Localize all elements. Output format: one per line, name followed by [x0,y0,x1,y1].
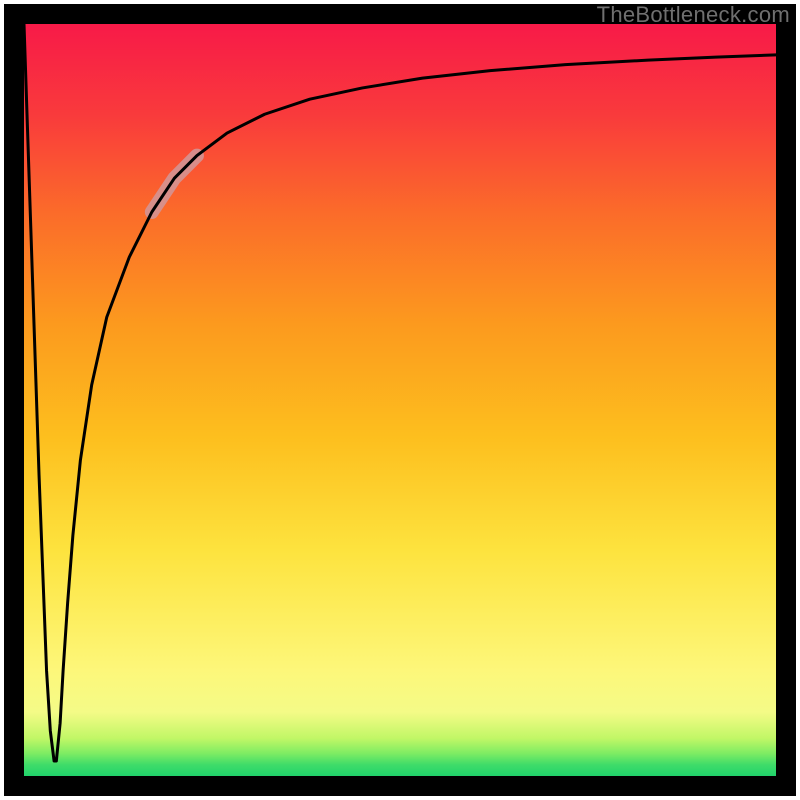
watermark-text: TheBottleneck.com [597,2,790,28]
bottleneck-chart [0,0,800,800]
chart-stage: TheBottleneck.com [0,0,800,800]
plot-background [24,24,776,776]
